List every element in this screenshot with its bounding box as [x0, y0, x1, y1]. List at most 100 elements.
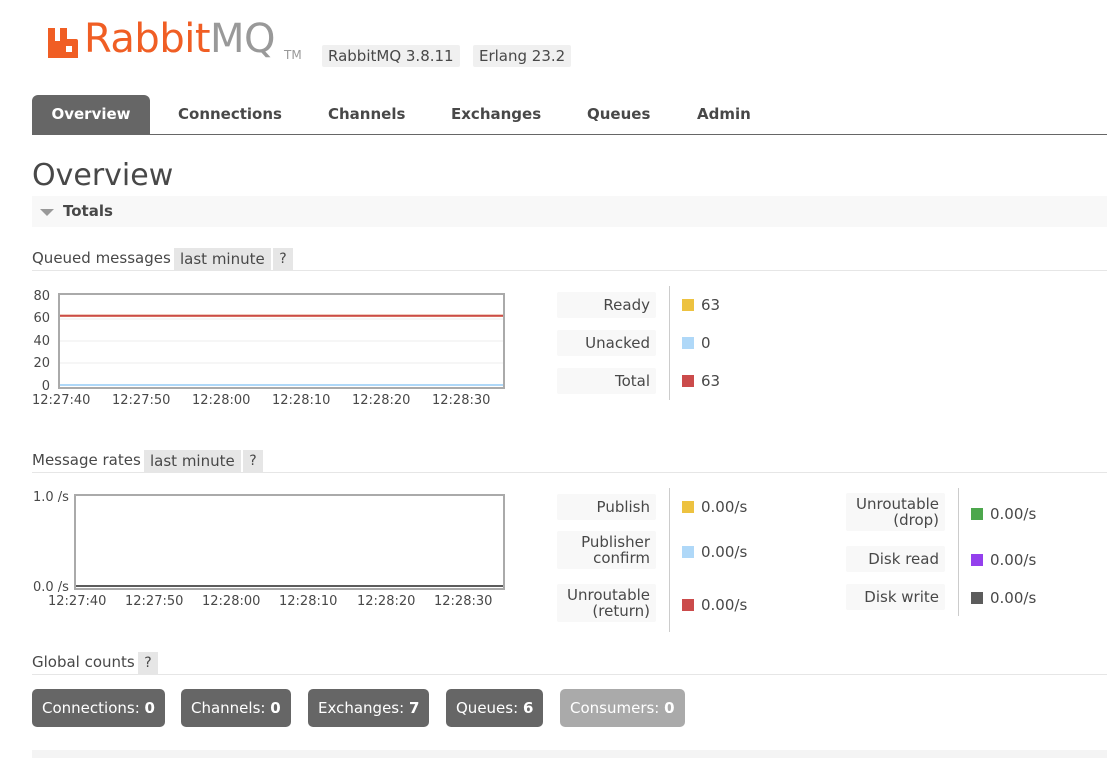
tab-queues[interactable]: Queues: [587, 95, 650, 134]
count-value: 0: [664, 699, 675, 717]
message-rates-label: Message rates: [32, 451, 141, 469]
tab-connections[interactable]: Connections: [178, 95, 282, 134]
x-tick: 12:28:30: [432, 393, 491, 408]
tab-channels[interactable]: Channels: [328, 95, 405, 134]
channels-count-button[interactable]: Channels: 0: [181, 689, 291, 727]
swatch-disk-read: [971, 554, 983, 566]
stats-separator: [669, 488, 670, 632]
x-tick: 12:28:10: [272, 393, 331, 408]
logo-trademark: TM: [284, 48, 302, 62]
swatch-publish: [682, 501, 694, 513]
stat-value-unroutable-drop: 0.00/s: [990, 505, 1037, 523]
divider: [32, 674, 1107, 675]
y-tick: 1.0 /s: [33, 490, 69, 505]
stat-label-publisher-confirm: Publisher confirm: [557, 531, 656, 569]
count-label: Connections:: [42, 699, 140, 717]
stat-label-total: Total: [557, 368, 656, 394]
x-tick: 12:27:50: [112, 393, 171, 408]
y-tick: 0: [41, 379, 50, 394]
message-rates-plot: [76, 585, 503, 587]
count-label: Channels:: [191, 699, 266, 717]
y-tick: 40: [33, 334, 50, 349]
count-value: 6: [522, 699, 534, 717]
stats-separator: [958, 488, 959, 616]
stat-value-unacked: 0: [701, 334, 711, 352]
tab-exchanges[interactable]: Exchanges: [451, 95, 541, 134]
swatch-total: [682, 375, 694, 387]
stat-label-line: Unroutable: [856, 495, 939, 513]
connections-count-button[interactable]: Connections: 0: [32, 689, 165, 727]
consumers-count-button[interactable]: Consumers: 0: [560, 689, 685, 727]
stat-label-disk-write: Disk write: [846, 584, 945, 610]
rates-help-button[interactable]: ?: [243, 450, 263, 472]
count-label: Consumers:: [570, 699, 660, 717]
totals-label: Totals: [63, 202, 113, 220]
x-tick: 12:28:20: [352, 393, 411, 408]
x-tick: 12:27:40: [48, 594, 107, 609]
stats-separator: [669, 286, 670, 400]
y-tick: 60: [33, 311, 50, 326]
queued-range-selector[interactable]: last minute: [174, 248, 271, 270]
swatch-ready: [682, 299, 694, 311]
x-tick: 12:28:00: [202, 594, 261, 609]
stat-value-publish: 0.00/s: [701, 498, 748, 516]
global-counts-label: Global counts: [32, 653, 135, 671]
page-title: Overview: [32, 158, 174, 193]
x-tick: 12:28:20: [357, 594, 416, 609]
stat-label-line: (return): [592, 602, 650, 620]
exchanges-count-button[interactable]: Exchanges: 7: [308, 689, 430, 727]
swatch-publisher-confirm: [682, 546, 694, 558]
count-value: 0: [144, 699, 155, 717]
logo-text-mq: MQ: [210, 16, 276, 62]
y-tick: 80: [33, 289, 50, 304]
queued-messages-label: Queued messages: [32, 249, 171, 267]
stat-value-ready: 63: [701, 296, 721, 314]
message-rates-chart: [74, 494, 505, 590]
rates-range-selector[interactable]: last minute: [144, 450, 241, 472]
main-nav: Overview Connections Channels Exchanges …: [32, 95, 1107, 135]
stat-label-publish: Publish: [557, 494, 656, 520]
totals-section-header[interactable]: Totals: [32, 196, 1107, 227]
count-value: 0: [270, 699, 281, 717]
x-tick: 12:27:40: [32, 393, 91, 408]
stat-value-unroutable-return: 0.00/s: [701, 596, 748, 614]
queued-help-button[interactable]: ?: [273, 248, 293, 270]
queues-count-button[interactable]: Queues: 6: [446, 689, 544, 727]
queued-messages-plot: [60, 314, 503, 386]
x-tick: 12:28:30: [434, 594, 493, 609]
rabbit-logo-icon: [48, 28, 78, 58]
queued-messages-chart: [58, 293, 505, 389]
count-label: Exchanges:: [318, 699, 405, 717]
stat-label-ready: Ready: [557, 292, 656, 318]
y-tick: 0.0 /s: [33, 580, 69, 595]
stat-value-total: 63: [701, 372, 721, 390]
stat-label-line: Publisher: [581, 533, 650, 551]
logo-text-rabbit: Rabbit: [84, 16, 211, 62]
stat-value-disk-read: 0.00/s: [990, 551, 1037, 569]
swatch-unroutable-return: [682, 599, 694, 611]
tab-admin[interactable]: Admin: [697, 95, 751, 134]
erlang-badge: Erlang 23.2: [473, 45, 572, 67]
x-tick: 12:28:00: [192, 393, 251, 408]
divider: [32, 270, 1107, 271]
triangle-down-icon: [40, 209, 54, 216]
stat-label-unroutable-return: Unroutable (return): [557, 584, 656, 622]
swatch-unacked: [682, 337, 694, 349]
stat-value-disk-write: 0.00/s: [990, 589, 1037, 607]
stat-label-line: confirm: [593, 549, 650, 567]
x-tick: 12:28:10: [279, 594, 338, 609]
global-counts-help-button[interactable]: ?: [138, 652, 158, 674]
next-section-bar: [32, 750, 1107, 758]
y-tick: 20: [33, 356, 50, 371]
swatch-disk-write: [971, 592, 983, 604]
count-label: Queues:: [456, 699, 519, 717]
tab-overview[interactable]: Overview: [32, 95, 150, 134]
count-value: 7: [408, 699, 420, 717]
stat-value-publisher-confirm: 0.00/s: [701, 543, 748, 561]
stat-label-line: Unroutable: [567, 586, 650, 604]
version-badge: RabbitMQ 3.8.11: [322, 45, 460, 67]
swatch-unroutable-drop: [971, 508, 983, 520]
stat-label-line: (drop): [893, 511, 939, 529]
stat-label-unroutable-drop: Unroutable (drop): [846, 493, 945, 531]
stat-label-unacked: Unacked: [557, 330, 656, 356]
